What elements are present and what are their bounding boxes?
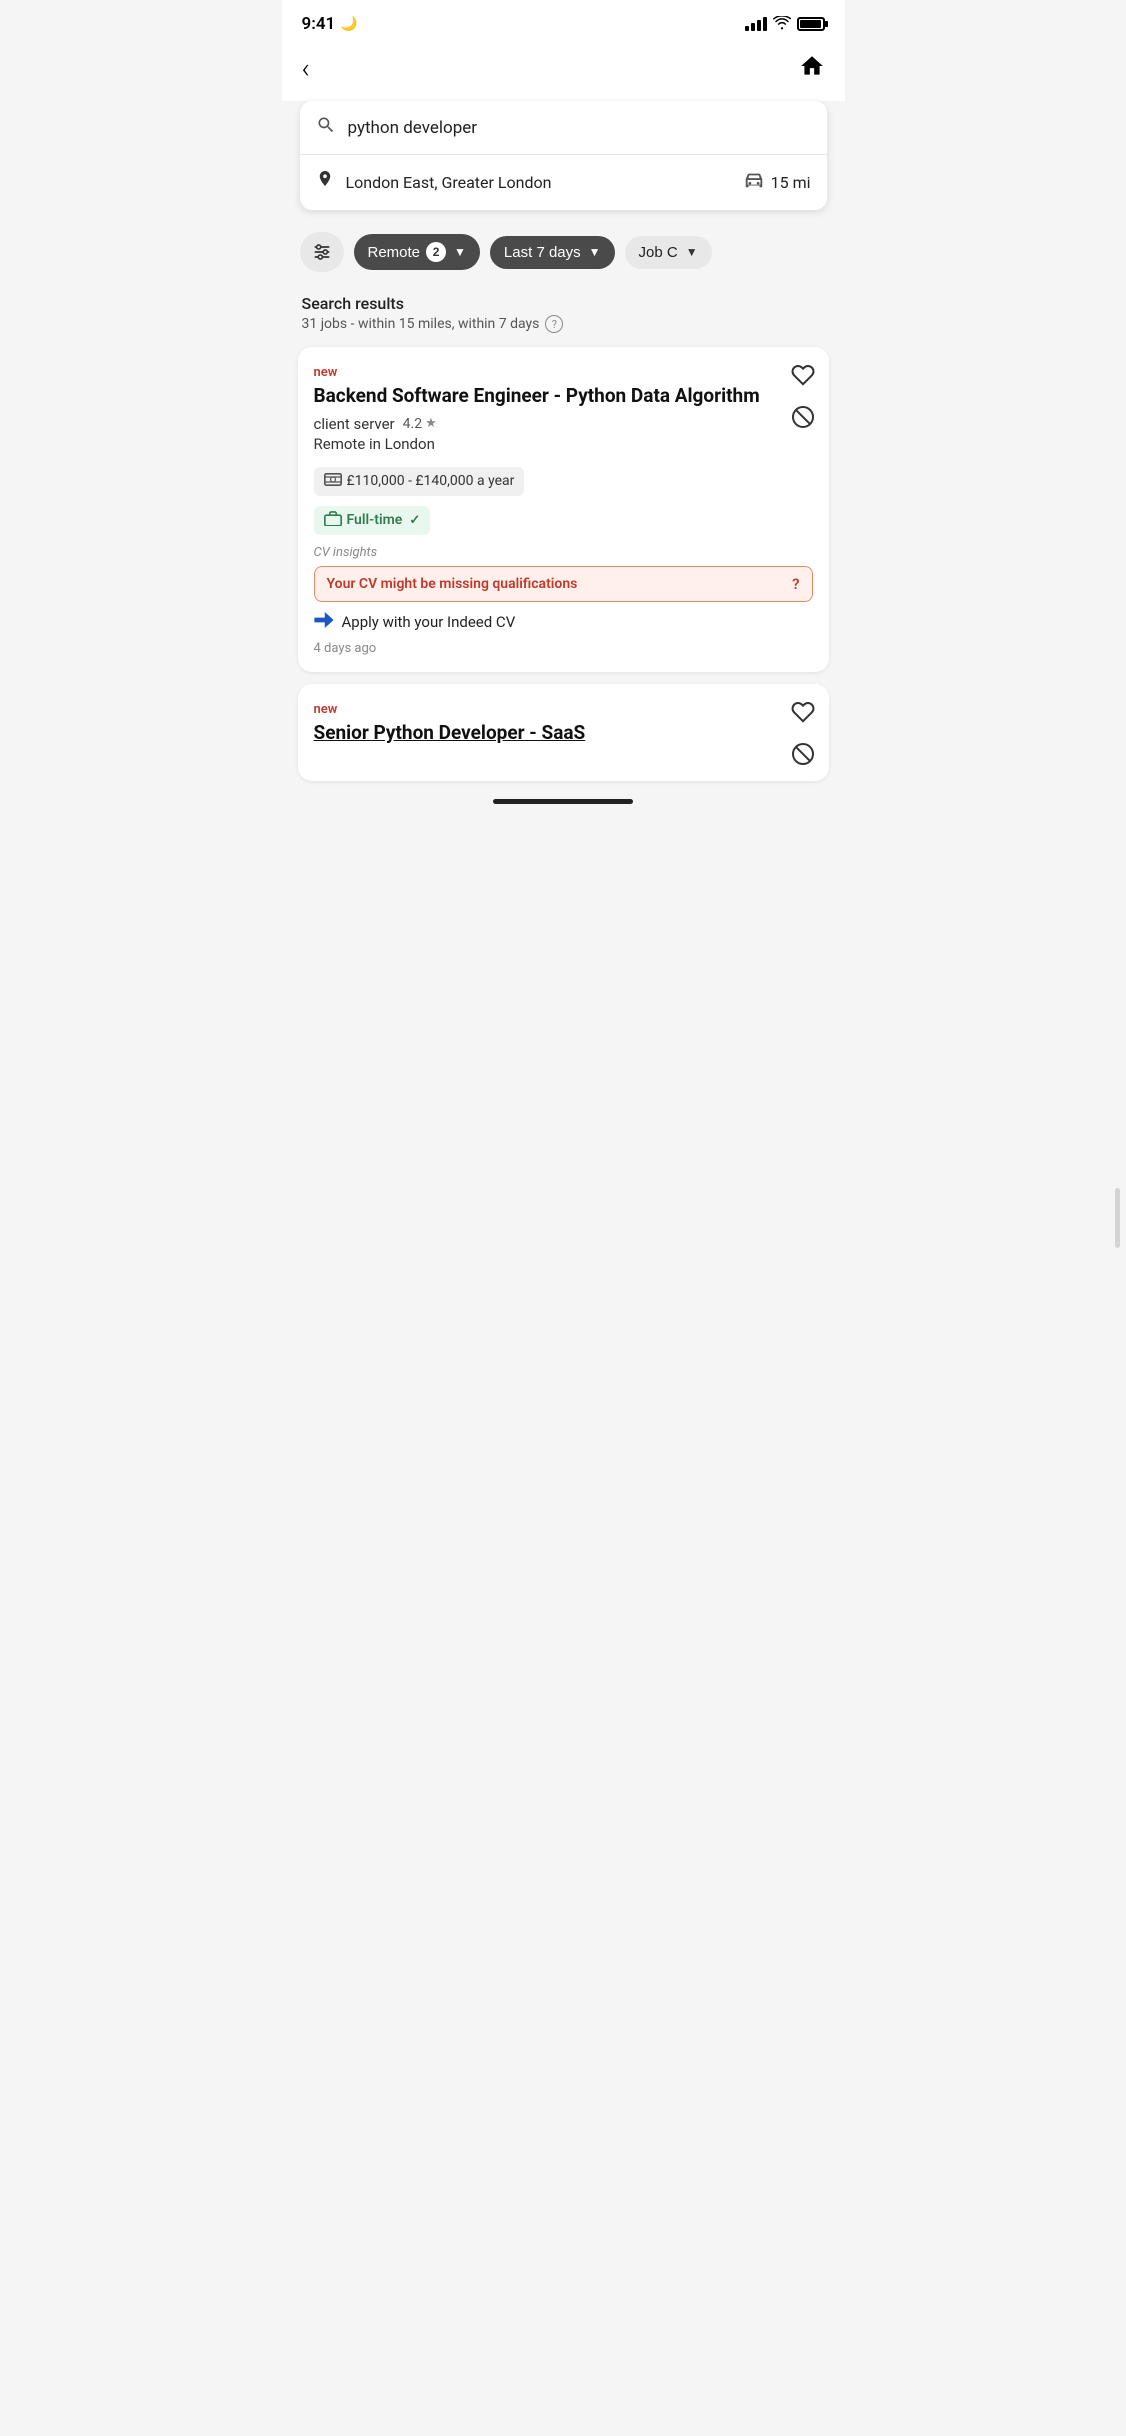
distance-wrap: 15 mi [743, 172, 811, 193]
help-icon[interactable]: ? [545, 315, 563, 333]
company-name: client server [314, 415, 395, 433]
results-count-row: 31 jobs - within 15 miles, within 7 days… [302, 315, 825, 333]
dismiss-job-button[interactable] [791, 742, 815, 770]
distance-text: 15 mi [771, 173, 811, 192]
wifi-icon [773, 15, 791, 34]
filter-icon-button[interactable] [300, 232, 344, 272]
home-bar [493, 799, 633, 804]
remote-filter-label: Remote [368, 244, 421, 261]
back-button[interactable]: ‹ [302, 52, 310, 85]
jobtype-text: Full-time [347, 512, 403, 528]
salary-icon [324, 472, 342, 491]
search-row[interactable]: python developer [300, 101, 827, 155]
company-row: client server 4.2 ★ [314, 415, 813, 433]
cards-container: new Backend Software Engineer - Python D… [282, 339, 845, 789]
results-count-text: 31 jobs - within 15 miles, within 7 days [302, 316, 540, 332]
results-title: Search results [302, 294, 825, 313]
last7days-chevron-icon: ▼ [589, 245, 601, 259]
new-badge: new [314, 702, 813, 717]
remote-filter-badge: 2 [426, 242, 446, 262]
status-icons [745, 15, 825, 34]
company-rating: 4.2 ★ [403, 416, 437, 432]
cv-warning[interactable]: Your CV might be missing qualifications … [314, 566, 813, 602]
scroll-indicator [1115, 1188, 1120, 1248]
card-actions [791, 363, 815, 433]
filter-bar: Remote 2 ▼ Last 7 days ▼ Job C ▼ [282, 222, 845, 282]
jobc-filter-label: Job C [639, 244, 678, 261]
apply-text: Apply with your Indeed CV [342, 613, 516, 631]
apply-row[interactable]: Apply with your Indeed CV [314, 612, 813, 633]
new-badge: new [314, 365, 813, 380]
job-title-link[interactable]: Senior Python Developer - SaaS [314, 721, 586, 744]
search-container: python developer London East, Greater Lo… [300, 101, 827, 210]
status-bar: 9:41 🌙 [282, 0, 845, 42]
remote-filter-button[interactable]: Remote 2 ▼ [354, 234, 480, 270]
car-icon [743, 172, 765, 193]
salary-tag: £110,000 - £140,000 a year [314, 467, 525, 496]
jobtype-tag: Full-time ✓ [314, 506, 431, 535]
job-title[interactable]: Backend Software Engineer - Python Data … [314, 384, 813, 409]
home-indicator [282, 789, 845, 810]
status-time: 9:41 [302, 14, 336, 34]
job-card: new Backend Software Engineer - Python D… [298, 347, 829, 672]
cv-insights-label: CV insights [314, 545, 813, 560]
location-icon [316, 169, 334, 196]
briefcase-icon [324, 511, 342, 530]
dismiss-job-button[interactable] [791, 405, 815, 433]
signal-bars-icon [745, 17, 767, 31]
search-input[interactable]: python developer [348, 118, 478, 138]
cv-warning-help-icon[interactable]: ? [792, 575, 799, 593]
location-text: London East, Greater London [346, 173, 743, 192]
tags-row: £110,000 - £140,000 a year [314, 467, 813, 496]
home-button[interactable] [799, 53, 825, 85]
apply-arrow-icon [314, 612, 334, 633]
cv-warning-text: Your CV might be missing qualifications [327, 576, 578, 592]
save-job-button[interactable] [791, 700, 815, 728]
posted-time: 4 days ago [314, 641, 813, 656]
battery-icon [797, 17, 825, 31]
results-info: Search results 31 jobs - within 15 miles… [282, 282, 845, 339]
search-icon [316, 115, 336, 140]
rating-value: 4.2 [403, 416, 422, 432]
star-icon: ★ [425, 416, 437, 431]
job-location: Remote in London [314, 435, 813, 453]
jobc-filter-button[interactable]: Job C ▼ [625, 236, 712, 269]
job-title[interactable]: Senior Python Developer - SaaS [314, 721, 813, 746]
salary-text: £110,000 - £140,000 a year [347, 473, 515, 489]
location-row[interactable]: London East, Greater London 15 mi [300, 155, 827, 210]
last7days-filter-button[interactable]: Last 7 days ▼ [490, 236, 615, 269]
jobc-chevron-icon: ▼ [686, 245, 698, 259]
job-card: new Senior Python Developer - SaaS [298, 684, 829, 782]
card-actions [791, 700, 815, 770]
checkmark-icon: ✓ [409, 513, 420, 528]
moon-icon: 🌙 [340, 16, 357, 32]
jobtype-row: Full-time ✓ [314, 506, 813, 535]
remote-chevron-icon: ▼ [454, 245, 466, 259]
last7days-filter-label: Last 7 days [504, 244, 581, 261]
nav-bar: ‹ [282, 42, 845, 101]
save-job-button[interactable] [791, 363, 815, 391]
